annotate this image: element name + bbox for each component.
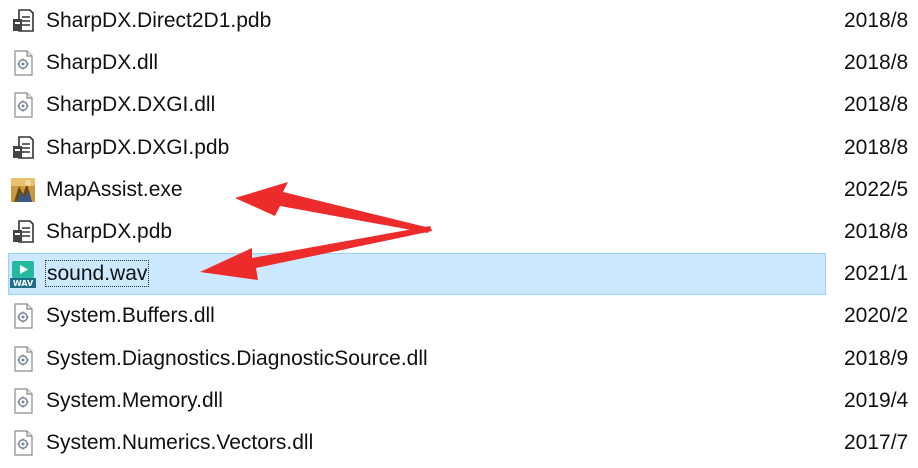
file-row[interactable]: WAV sound.wav 2021/1 [0, 253, 918, 296]
file-row[interactable]: System.Diagnostics.DiagnosticSource.dll 2… [0, 338, 918, 380]
dll-file-icon [10, 345, 36, 373]
exe-app-icon [10, 176, 36, 204]
file-row[interactable]: System.Buffers.dll 2020/2 [0, 295, 918, 337]
pdb-file-icon [10, 7, 36, 35]
file-row[interactable]: SharpDX.pdb 2018/8 [0, 211, 918, 253]
file-row[interactable]: System.Numerics.Vectors.dll 2017/7 [0, 422, 918, 464]
dll-file-icon [10, 387, 36, 415]
file-name[interactable]: SharpDX.pdb [46, 219, 172, 244]
file-name[interactable]: SharpDX.DXGI.pdb [46, 135, 229, 160]
file-row[interactable]: System.Memory.dll 2019/4 [0, 380, 918, 422]
file-date-modified: 2017/7 [844, 431, 909, 454]
file-row[interactable]: MapAssist.exe 2022/5 [0, 169, 918, 211]
file-row[interactable]: SharpDX.Direct2D1.pdb 2018/8 [0, 0, 918, 42]
file-date-modified: 2021/1 [844, 262, 909, 286]
file-row[interactable]: SharpDX.dll 2018/8 [0, 42, 918, 84]
file-date-modified: 2018/8 [844, 220, 909, 243]
svg-text:WAV: WAV [13, 279, 34, 288]
file-name[interactable]: SharpDX.DXGI.dll [46, 92, 215, 117]
pdb-file-icon [10, 218, 36, 246]
file-row[interactable]: SharpDX.DXGI.pdb 2018/8 [0, 127, 918, 169]
file-name[interactable]: System.Buffers.dll [46, 303, 215, 328]
file-date-modified: 2018/9 [844, 346, 909, 370]
file-date-modified: 2018/8 [844, 93, 909, 117]
dll-file-icon [10, 91, 36, 119]
file-date-modified: 2018/8 [844, 9, 909, 32]
file-date-modified: 2020/2 [844, 304, 909, 328]
file-name[interactable]: SharpDX.Direct2D1.pdb [46, 8, 271, 33]
file-date-modified: 2019/4 [844, 388, 909, 412]
dll-file-icon [10, 429, 36, 457]
dll-file-icon [10, 302, 36, 330]
file-date-modified: 2018/8 [844, 135, 909, 159]
pdb-file-icon [10, 134, 36, 162]
file-name[interactable]: SharpDX.dll [46, 50, 158, 75]
wav-audio-icon: WAV [10, 260, 36, 289]
file-date-modified: 2022/5 [844, 177, 909, 201]
file-name[interactable]: sound.wav [44, 260, 150, 288]
file-name[interactable]: System.Memory.dll [46, 388, 223, 413]
file-row[interactable]: SharpDX.DXGI.dll 2018/8 [0, 84, 918, 126]
file-name[interactable]: System.Diagnostics.DiagnosticSource.dll [46, 346, 428, 371]
file-name[interactable]: MapAssist.exe [46, 177, 183, 202]
dll-file-icon [10, 49, 36, 77]
file-date-modified: 2018/8 [844, 51, 909, 75]
file-name[interactable]: System.Numerics.Vectors.dll [46, 430, 313, 455]
